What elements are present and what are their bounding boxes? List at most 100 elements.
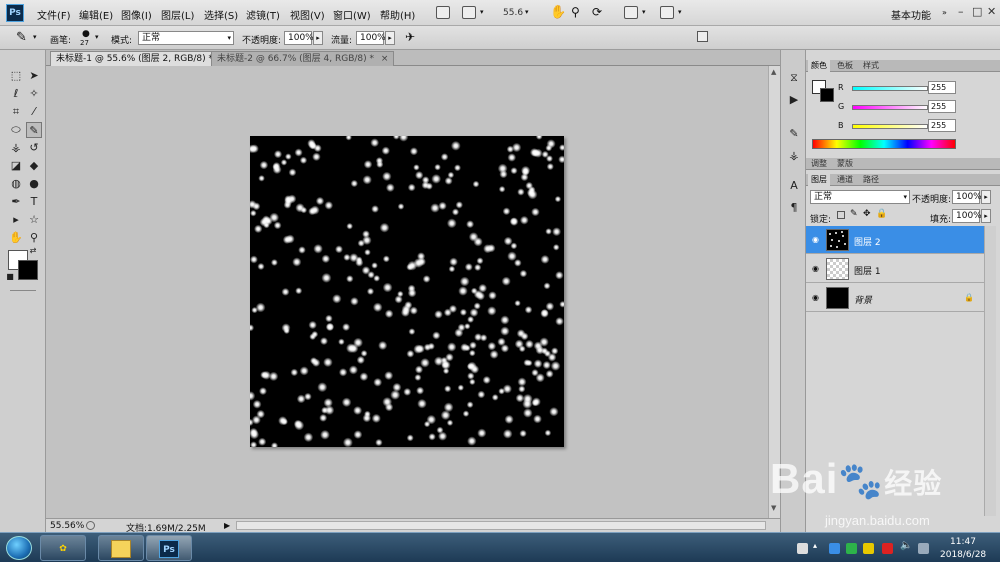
document-tab-active[interactable]: 未标题-1 @ 55.6% (图层 2, RGB/8) * × [50, 51, 234, 66]
tab-paths[interactable]: 路径 [860, 174, 882, 186]
menu-view[interactable]: 视图(V) [290, 7, 325, 22]
chevron-down-icon[interactable]: ▾ [480, 8, 484, 16]
channel-g-value[interactable]: 255 [928, 100, 956, 113]
marquee-tool-icon[interactable]: ⬚ [8, 68, 24, 84]
flow-slider-icon[interactable]: ▸ [385, 31, 395, 45]
hand-tool-icon[interactable]: ✋ [550, 5, 566, 20]
brush-panel-icon[interactable]: ✎ [786, 126, 802, 142]
flow-field[interactable]: 100% [356, 31, 386, 45]
history-brush-icon[interactable]: ↺ [26, 140, 42, 156]
taskbar-photoshop-button[interactable]: Ps [146, 535, 192, 561]
minimize-button[interactable]: – [958, 5, 964, 18]
tab-styles[interactable]: 样式 [860, 60, 882, 72]
status-options-icon[interactable] [86, 521, 95, 530]
crop-tool-icon[interactable]: ⌗ [8, 104, 24, 120]
arrange-documents-icon[interactable] [624, 6, 638, 19]
scroll-up-icon[interactable]: ▲ [771, 68, 776, 76]
taskbar-explorer-button[interactable] [98, 535, 144, 561]
horizontal-scrollbar[interactable] [236, 521, 766, 530]
zoom-tool-icon[interactable]: ⚲ [26, 230, 42, 246]
layer-row[interactable]: ◉ 图层 1 [806, 255, 984, 283]
start-button[interactable] [6, 536, 32, 560]
default-colors-icon[interactable]: ■ [5, 272, 15, 282]
brush-tip-icon[interactable]: ● [82, 29, 90, 39]
clone-source-icon[interactable]: ⚶ [786, 148, 802, 164]
screen-mode-icon[interactable] [660, 6, 674, 19]
workspace-menu-icon[interactable]: » [942, 8, 947, 17]
brush-tool-icon[interactable]: ✎ [26, 122, 42, 138]
network-icon[interactable] [918, 543, 929, 554]
keyboard-icon[interactable] [797, 543, 808, 554]
opacity-slider-icon[interactable]: ▸ [313, 31, 323, 45]
maximize-button[interactable]: □ [972, 5, 982, 18]
menu-help[interactable]: 帮助(H) [380, 7, 415, 22]
eye-icon[interactable]: ◉ [810, 235, 821, 244]
eye-icon[interactable]: ◉ [810, 264, 821, 273]
pen-tool-icon[interactable]: ✒ [8, 194, 24, 210]
blend-mode-select[interactable]: 正常 ▾ [810, 190, 910, 204]
tab-swatches[interactable]: 色板 [834, 60, 856, 72]
swap-colors-icon[interactable]: ⇄ [28, 246, 38, 256]
actions-panel-icon[interactable]: ▶ [786, 92, 802, 108]
lock-position-icon[interactable]: ✥ [863, 209, 871, 219]
layer-name[interactable]: 图层 1 [854, 264, 881, 277]
layer-row[interactable]: ◉ 图层 2 [806, 226, 984, 254]
magic-wand-icon[interactable]: ✧ [26, 86, 42, 102]
background-color-swatch[interactable] [18, 260, 38, 280]
color-panel-background[interactable] [820, 88, 834, 102]
layer-name[interactable]: 背景 [854, 293, 872, 306]
document-canvas[interactable] [250, 136, 564, 447]
tray-alert-icon[interactable] [882, 543, 893, 554]
layer-opacity-field[interactable]: 100% [952, 190, 982, 204]
tab-layers[interactable]: 图层 [808, 174, 830, 186]
opacity-field[interactable]: 100% [284, 31, 314, 45]
character-panel-icon[interactable]: A [786, 178, 802, 194]
paint-bucket-icon[interactable]: ◆ [26, 158, 42, 174]
vertical-scrollbar[interactable]: ▲ ▼ [768, 66, 780, 518]
mini-bridge-icon[interactable] [462, 6, 476, 19]
tool-preset-dropdown-icon[interactable]: ▾ [33, 33, 37, 41]
menu-edit[interactable]: 编辑(E) [79, 7, 113, 22]
channel-b-value[interactable]: 255 [928, 119, 956, 132]
color-spectrum-bar[interactable] [812, 139, 956, 149]
history-panel-icon[interactable]: ⧖ [786, 70, 802, 86]
status-menu-icon[interactable]: ▶ [224, 521, 230, 530]
lasso-tool-icon[interactable]: ℓ [8, 86, 24, 102]
brush-panel-icon[interactable] [697, 31, 708, 42]
airbrush-icon[interactable]: ✈ [405, 30, 415, 44]
fill-slider-icon[interactable]: ▸ [981, 209, 991, 223]
move-tool-icon[interactable]: ➤ [26, 68, 42, 84]
shape-tool-icon[interactable]: ☆ [26, 212, 42, 228]
lock-all-icon[interactable]: 🔒 [876, 209, 887, 219]
brush-picker-dropdown-icon[interactable]: ▾ [95, 33, 99, 41]
menu-layer[interactable]: 图层(L) [161, 7, 194, 22]
tray-app-icon[interactable] [863, 543, 874, 554]
healing-brush-icon[interactable]: ⬭ [8, 122, 24, 138]
rotate-view-icon[interactable]: ⟳ [592, 5, 602, 19]
channel-b-track[interactable] [852, 124, 928, 129]
tray-expand-icon[interactable]: ▴ [813, 541, 824, 552]
channel-g-track[interactable] [852, 105, 928, 110]
bridge-icon[interactable] [436, 6, 450, 19]
channel-r-track[interactable] [852, 86, 928, 91]
taskbar-app-button[interactable]: ✿ [40, 535, 86, 561]
menu-filter[interactable]: 滤镜(T) [246, 7, 280, 22]
paragraph-panel-icon[interactable]: ¶ [786, 200, 802, 216]
mode-select[interactable]: 正常 ▾ [138, 31, 234, 45]
channel-r-value[interactable]: 255 [928, 81, 956, 94]
volume-icon[interactable]: 🔈 [900, 540, 912, 551]
lock-transparent-icon[interactable] [837, 211, 845, 219]
path-selection-icon[interactable]: ▸ [8, 212, 24, 228]
eyedropper-icon[interactable]: ⁄ [26, 104, 42, 120]
tab-channels[interactable]: 通道 [834, 174, 856, 186]
chevron-down-icon[interactable]: ▾ [678, 8, 682, 16]
workspace-switcher[interactable]: 基本功能 [891, 7, 931, 22]
menu-file[interactable]: 文件(F) [37, 7, 71, 22]
tab-adjustments[interactable]: 调整 [808, 158, 830, 170]
type-tool-icon[interactable]: T [26, 194, 42, 210]
menu-select[interactable]: 选择(S) [204, 7, 238, 22]
clone-stamp-icon[interactable]: ⚶ [8, 140, 24, 156]
status-zoom[interactable]: 55.56% [50, 521, 84, 531]
eye-icon[interactable]: ◉ [810, 293, 821, 302]
menu-window[interactable]: 窗口(W) [333, 7, 371, 22]
